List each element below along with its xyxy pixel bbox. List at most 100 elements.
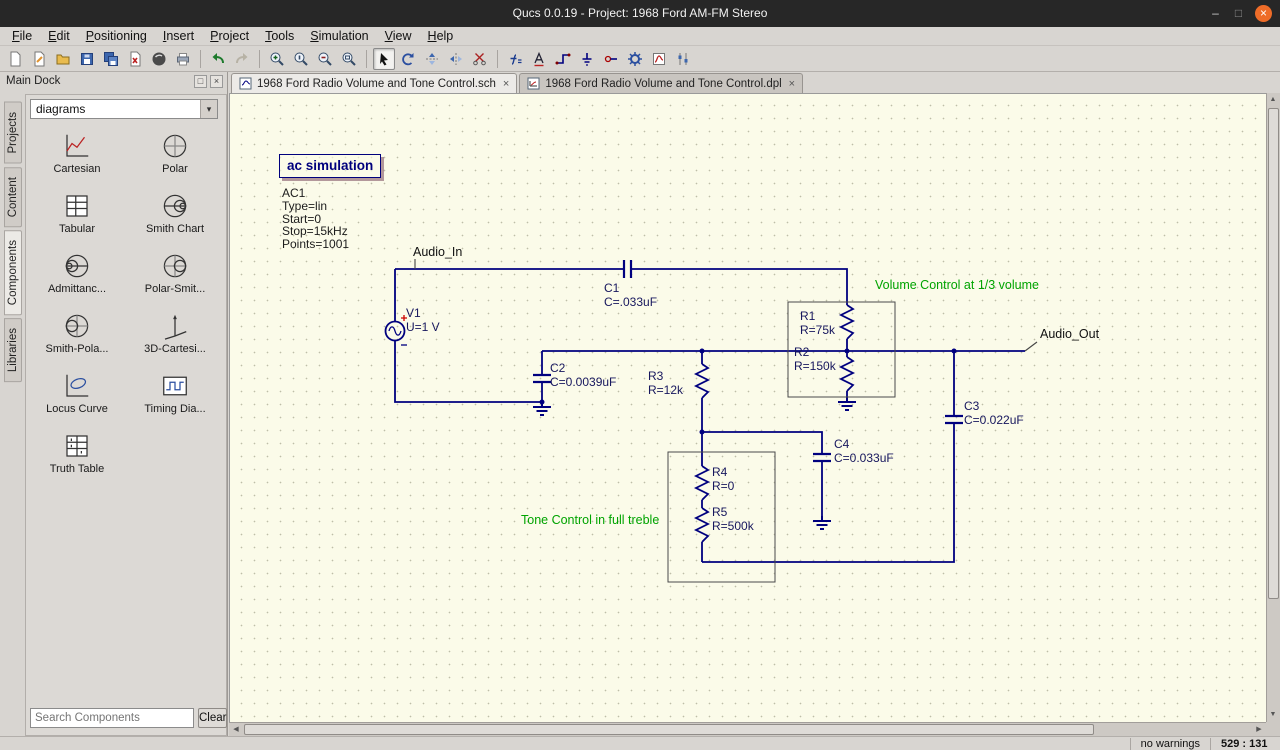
- vertical-scrollbar[interactable]: ▲ ▼: [1266, 93, 1280, 722]
- palette-item-smith-polar[interactable]: Smith-Pola...: [29, 311, 125, 371]
- dock-header[interactable]: Main Dock □ ×: [0, 72, 227, 92]
- menu-help[interactable]: Help: [420, 28, 462, 45]
- open-file-button[interactable]: [52, 48, 74, 70]
- dock-float-icon[interactable]: □: [194, 75, 207, 88]
- palette-item-tabular[interactable]: Tabular: [29, 191, 125, 251]
- scroll-left-icon[interactable]: ◀: [229, 723, 243, 737]
- menu-file[interactable]: File: [4, 28, 40, 45]
- title-bar[interactable]: Qucs 0.0.19 - Project: 1968 Ford AM-FM S…: [0, 0, 1280, 27]
- palette-item-admittance[interactable]: Admittanc...: [29, 251, 125, 311]
- palette-item-label: Locus Curve: [46, 403, 108, 415]
- equation-button[interactable]: [504, 48, 526, 70]
- chevron-down-icon[interactable]: ▾: [200, 100, 217, 118]
- component-label-v1[interactable]: V1U=1 V: [406, 307, 440, 334]
- horizontal-scrollbar-thumb[interactable]: [244, 724, 1094, 735]
- palette-item-locus-curve[interactable]: Locus Curve: [29, 371, 125, 431]
- menu-positioning[interactable]: Positioning: [78, 28, 155, 45]
- save-all-button[interactable]: [100, 48, 122, 70]
- menu-bar: File Edit Positioning Insert Project Too…: [0, 27, 1280, 46]
- component-value: R=12k: [648, 384, 683, 398]
- insert-port-button[interactable]: [600, 48, 622, 70]
- close-file-button[interactable]: [124, 48, 146, 70]
- node-label-audio-out[interactable]: Audio_Out: [1040, 327, 1099, 341]
- new-file-button[interactable]: [4, 48, 26, 70]
- menu-view[interactable]: View: [377, 28, 420, 45]
- ground-symbols[interactable]: [533, 397, 856, 529]
- redo-button[interactable]: [231, 48, 253, 70]
- component-label-r5[interactable]: R5R=500k: [712, 506, 754, 533]
- deactivate-button[interactable]: [469, 48, 491, 70]
- palette-item-timing-diagram[interactable]: Timing Dia...: [127, 371, 223, 431]
- print-button[interactable]: [172, 48, 194, 70]
- tab-schematic[interactable]: 1968 Ford Radio Volume and Tone Control.…: [231, 73, 517, 93]
- toolbar-separator: [200, 50, 201, 68]
- label-icon: [530, 50, 548, 68]
- palette-item-smith-chart[interactable]: Smith Chart: [127, 191, 223, 251]
- ac-simulation-box[interactable]: ac simulation: [279, 154, 381, 178]
- simulate-button[interactable]: [624, 48, 646, 70]
- horizontal-scrollbar[interactable]: ◀ ▶: [229, 722, 1266, 736]
- zoom-fit-button[interactable]: [338, 48, 360, 70]
- insert-ground-button[interactable]: [576, 48, 598, 70]
- reload-button[interactable]: [148, 48, 170, 70]
- zoom-out-button[interactable]: [314, 48, 336, 70]
- wire-icon: [554, 50, 572, 68]
- mirror-x-button[interactable]: [421, 48, 443, 70]
- component-label-r3[interactable]: R3R=12k: [648, 370, 683, 397]
- close-tab-icon[interactable]: ×: [787, 78, 795, 90]
- menu-insert[interactable]: Insert: [155, 28, 202, 45]
- wire-label-button[interactable]: [528, 48, 550, 70]
- display-data-button[interactable]: [648, 48, 670, 70]
- save-button[interactable]: [76, 48, 98, 70]
- close-tab-icon[interactable]: ×: [501, 78, 509, 90]
- menu-tools[interactable]: Tools: [257, 28, 302, 45]
- ac-source-v1-symbol[interactable]: [386, 315, 408, 345]
- dock-close-icon[interactable]: ×: [210, 75, 223, 88]
- tune-button[interactable]: [672, 48, 694, 70]
- main-toolbar: [0, 46, 1280, 72]
- vertical-scrollbar-thumb[interactable]: [1268, 108, 1279, 599]
- scroll-down-icon[interactable]: ▼: [1266, 708, 1280, 722]
- component-label-r2[interactable]: R2R=150k: [794, 346, 836, 373]
- scroll-up-icon[interactable]: ▲: [1266, 93, 1280, 107]
- component-label-r4[interactable]: R4R=0: [712, 466, 734, 493]
- zoom-in-button[interactable]: [266, 48, 288, 70]
- new-text-button[interactable]: [28, 48, 50, 70]
- ac-simulation-params[interactable]: AC1 Type=lin Start=0 Stop=15kHz Points=1…: [282, 187, 349, 251]
- rotate-button[interactable]: [397, 48, 419, 70]
- insert-wire-button[interactable]: [552, 48, 574, 70]
- select-tool-button[interactable]: [373, 48, 395, 70]
- palette-item-3d-cartesian[interactable]: 3D-Cartesi...: [127, 311, 223, 371]
- menu-simulation[interactable]: Simulation: [302, 28, 376, 45]
- side-tab-libraries[interactable]: Libraries: [4, 318, 22, 382]
- tab-display[interactable]: 1968 Ford Radio Volume and Tone Control.…: [519, 73, 803, 93]
- component-label-c1[interactable]: C1C=.033uF: [604, 282, 657, 309]
- close-window-button[interactable]: ×: [1255, 5, 1272, 22]
- schematic-canvas[interactable]: ac simulation AC1 Type=lin Start=0 Stop=…: [229, 93, 1266, 722]
- maximize-button[interactable]: □: [1230, 5, 1247, 22]
- diagram-category-dropdown[interactable]: diagrams ▾: [30, 99, 218, 119]
- component-label-c3[interactable]: C3C=0.022uF: [964, 400, 1024, 427]
- side-tab-content[interactable]: Content: [4, 167, 22, 227]
- node-label-audio-in[interactable]: Audio_In: [413, 245, 462, 259]
- palette-item-polar[interactable]: Polar: [127, 131, 223, 191]
- palette-item-polar-smith[interactable]: Polar-Smit...: [127, 251, 223, 311]
- component-label-c2[interactable]: C2C=0.0039uF: [550, 362, 616, 389]
- menu-edit[interactable]: Edit: [40, 28, 78, 45]
- clear-search-button[interactable]: Clear: [198, 708, 227, 728]
- palette-item-truth-table[interactable]: Truth Table: [29, 431, 125, 491]
- zoom-reset-button[interactable]: [290, 48, 312, 70]
- menu-project[interactable]: Project: [202, 28, 257, 45]
- search-components-input[interactable]: [30, 708, 194, 728]
- side-tab-components[interactable]: Components: [4, 230, 22, 315]
- minimize-button[interactable]: –: [1207, 5, 1224, 22]
- side-tab-projects[interactable]: Projects: [4, 102, 22, 164]
- component-label-r1[interactable]: R1R=75k: [800, 310, 835, 337]
- component-label-c4[interactable]: C4C=0.033uF: [834, 438, 894, 465]
- undo-button[interactable]: [207, 48, 229, 70]
- wires[interactable]: [395, 269, 1025, 562]
- polar-smith-icon: [160, 251, 190, 281]
- mirror-y-button[interactable]: [445, 48, 467, 70]
- palette-item-cartesian[interactable]: Cartesian: [29, 131, 125, 191]
- scroll-right-icon[interactable]: ▶: [1252, 723, 1266, 737]
